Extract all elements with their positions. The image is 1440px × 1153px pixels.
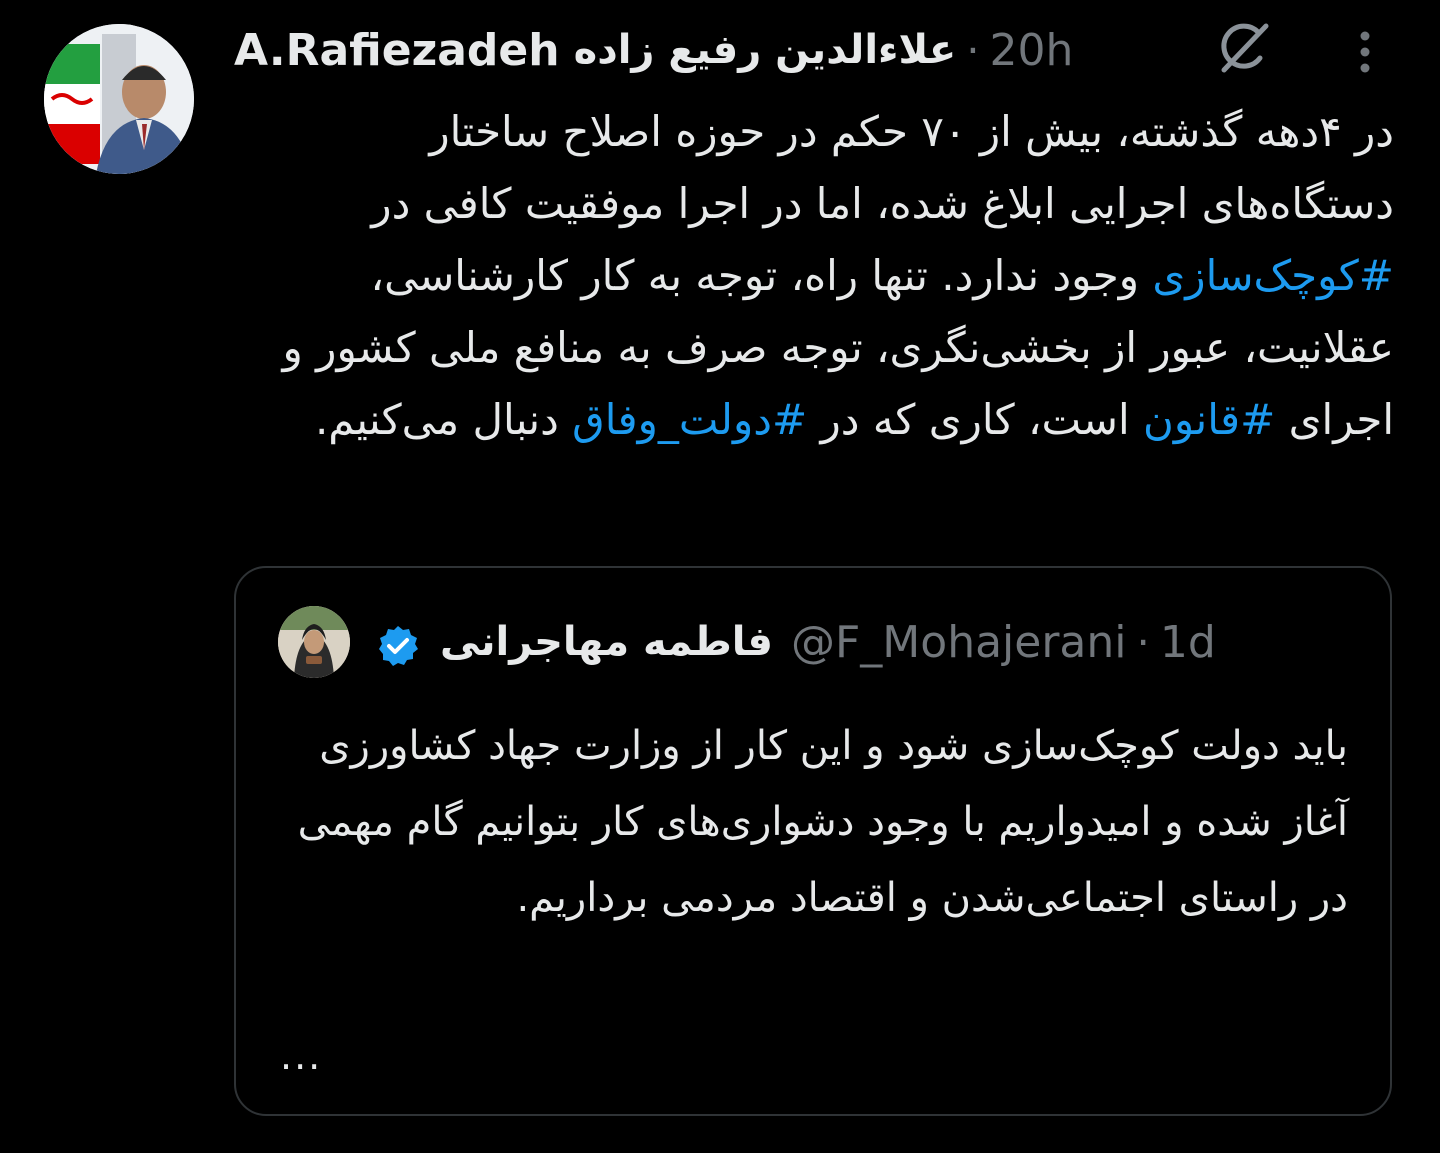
tweet-text-segment: است، کاری که در	[807, 395, 1143, 444]
tweet-text-segment: دنبال می‌کنیم.	[314, 395, 573, 444]
tweet-text: در ۴دهه گذشته، بیش از ۷۰ حکم در حوزه اصل…	[232, 96, 1394, 456]
author-display-name-fa[interactable]: علاءالدین رفیع زاده	[574, 27, 957, 73]
quoted-header-separator: ·	[1136, 617, 1150, 667]
hashtag-link[interactable]: #کوچک‌سازی	[1152, 251, 1394, 300]
quoted-tweet-ellipsis: ...	[280, 1034, 323, 1078]
hashtag-link[interactable]: #قانون	[1143, 395, 1275, 444]
author-photo	[44, 24, 194, 174]
author-header: A.Rafiezadeh علاءالدین رفیع زاده · 20h	[234, 18, 1073, 82]
tweet-text-segment: در ۴دهه گذشته، بیش از ۷۰ حکم در حوزه اصل…	[371, 107, 1394, 228]
more-options-icon[interactable]	[1340, 20, 1390, 80]
verified-badge-icon	[376, 624, 420, 668]
quoted-author-name[interactable]: فاطمه مهاجرانی	[440, 619, 773, 665]
header-separator: ·	[966, 25, 980, 75]
author-avatar[interactable]	[44, 24, 194, 174]
quoted-tweet-text: باید دولت کوچک‌سازی شود و این کار از وزا…	[297, 723, 1348, 921]
quoted-tweet-card[interactable]: فاطمه مهاجرانی @F_Mohajerani · 1d باید د…	[234, 566, 1392, 1116]
quoted-tweet-timestamp[interactable]: 1d	[1160, 617, 1216, 668]
tweet-timestamp[interactable]: 20h	[990, 25, 1074, 76]
grok-icon[interactable]	[1212, 18, 1272, 78]
author-display-name[interactable]: A.Rafiezadeh	[234, 25, 560, 76]
quoted-author-avatar[interactable]	[278, 606, 350, 678]
quoted-author-photo	[278, 606, 350, 678]
hashtag-link[interactable]: #دولت_وفاق	[572, 395, 807, 444]
quoted-author-handle[interactable]: @F_Mohajerani	[791, 617, 1127, 668]
quoted-tweet-header: فاطمه مهاجرانی @F_Mohajerani · 1d	[440, 612, 1216, 672]
